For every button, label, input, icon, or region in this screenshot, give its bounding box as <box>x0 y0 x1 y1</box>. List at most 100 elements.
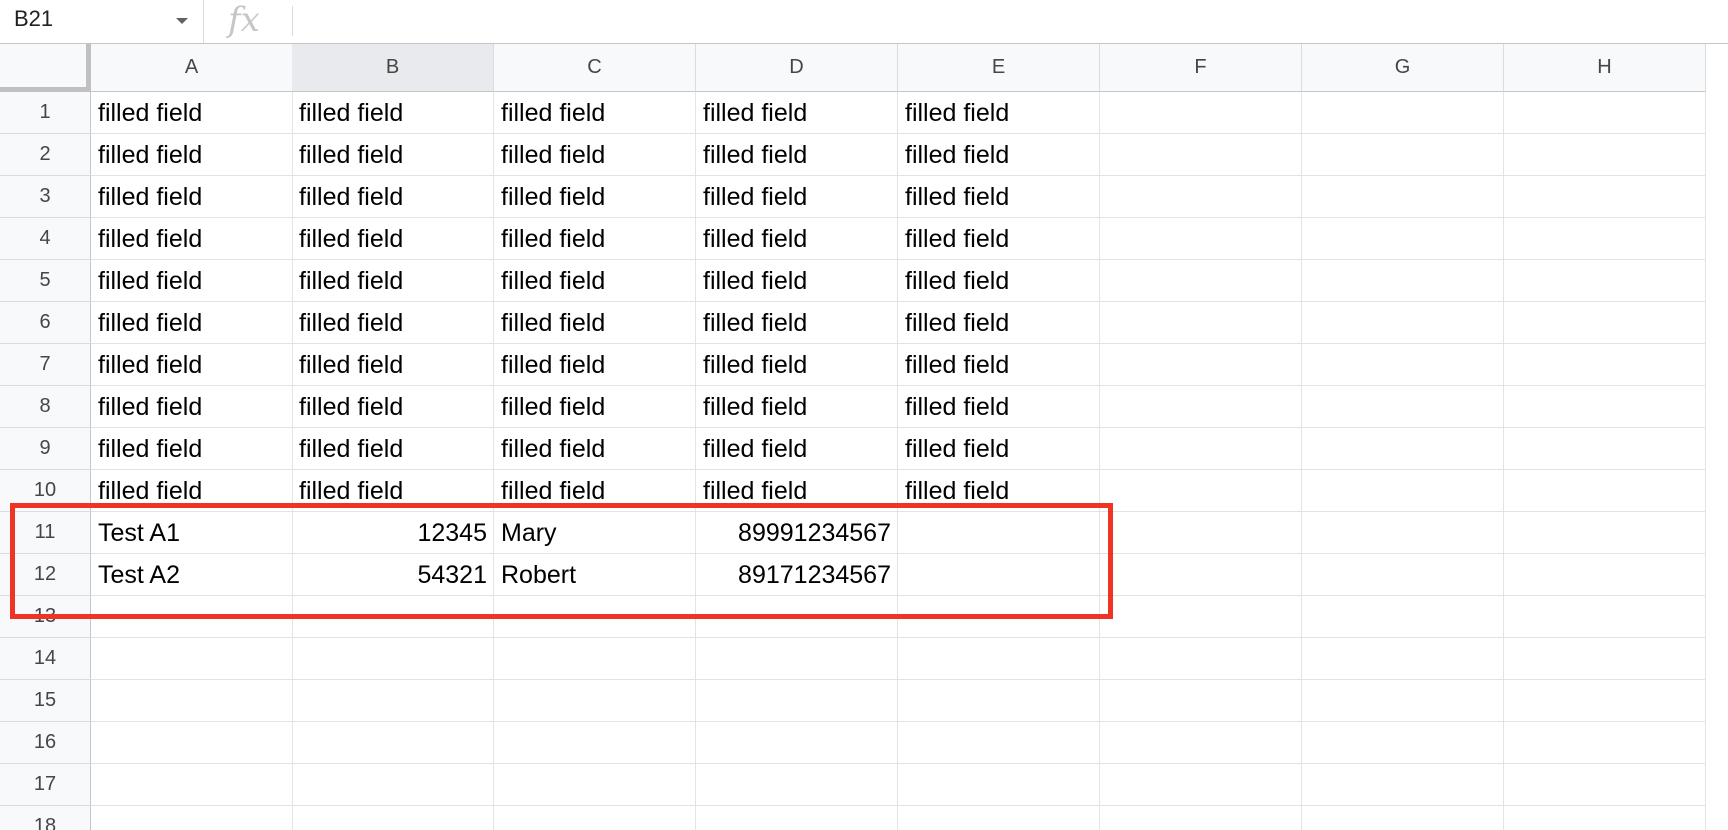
row-header-2[interactable]: 2 <box>0 134 91 176</box>
cell-b17[interactable] <box>292 764 494 806</box>
cell-d4[interactable]: filled field <box>696 218 898 260</box>
cell-g15[interactable] <box>1302 680 1504 722</box>
row-header-6[interactable]: 6 <box>0 302 91 344</box>
cell-h15[interactable] <box>1504 680 1706 722</box>
cell-h3[interactable] <box>1504 176 1706 218</box>
cell-h1[interactable] <box>1504 92 1706 134</box>
cell-d9[interactable]: filled field <box>696 428 898 470</box>
cell-f7[interactable] <box>1100 344 1302 386</box>
cell-b10[interactable]: filled field <box>292 470 494 512</box>
column-header-g[interactable]: G <box>1302 44 1504 92</box>
cell-d7[interactable]: filled field <box>696 344 898 386</box>
cell-a7[interactable]: filled field <box>91 344 293 386</box>
cell-f11[interactable] <box>1100 512 1302 554</box>
cell-f18[interactable] <box>1100 806 1302 830</box>
cell-h4[interactable] <box>1504 218 1706 260</box>
cell-f8[interactable] <box>1100 386 1302 428</box>
cell-a16[interactable] <box>91 722 293 764</box>
cell-c17[interactable] <box>494 764 696 806</box>
cell-b11[interactable]: 12345 <box>292 512 494 554</box>
row-header-4[interactable]: 4 <box>0 218 91 260</box>
cell-c3[interactable]: filled field <box>494 176 696 218</box>
cell-a1[interactable]: filled field <box>91 92 293 134</box>
cell-d2[interactable]: filled field <box>696 134 898 176</box>
column-header-f[interactable]: F <box>1100 44 1302 92</box>
cell-h14[interactable] <box>1504 638 1706 680</box>
row-header-14[interactable]: 14 <box>0 638 91 680</box>
cell-d15[interactable] <box>696 680 898 722</box>
cell-g1[interactable] <box>1302 92 1504 134</box>
cell-g8[interactable] <box>1302 386 1504 428</box>
cell-g12[interactable] <box>1302 554 1504 596</box>
select-all-corner[interactable] <box>0 44 91 92</box>
cell-b18[interactable] <box>292 806 494 830</box>
column-header-e[interactable]: E <box>898 44 1100 92</box>
row-header-12[interactable]: 12 <box>0 554 91 596</box>
cell-e16[interactable] <box>898 722 1100 764</box>
cell-d11[interactable]: 89991234567 <box>696 512 898 554</box>
cell-e3[interactable]: filled field <box>898 176 1100 218</box>
cell-g4[interactable] <box>1302 218 1504 260</box>
row-header-10[interactable]: 10 <box>0 470 91 512</box>
cell-g3[interactable] <box>1302 176 1504 218</box>
row-header-1[interactable]: 1 <box>0 92 91 134</box>
cell-a11[interactable]: Test A1 <box>91 512 293 554</box>
cell-b12[interactable]: 54321 <box>292 554 494 596</box>
cell-e13[interactable] <box>898 596 1100 638</box>
cell-c18[interactable] <box>494 806 696 830</box>
cell-f15[interactable] <box>1100 680 1302 722</box>
name-box[interactable]: B21 <box>0 0 204 43</box>
cell-h6[interactable] <box>1504 302 1706 344</box>
cell-c5[interactable]: filled field <box>494 260 696 302</box>
cell-g17[interactable] <box>1302 764 1504 806</box>
cell-c11[interactable]: Mary <box>494 512 696 554</box>
cell-e11[interactable] <box>898 512 1100 554</box>
cell-f6[interactable] <box>1100 302 1302 344</box>
cell-c1[interactable]: filled field <box>494 92 696 134</box>
cell-b6[interactable]: filled field <box>292 302 494 344</box>
cell-a6[interactable]: filled field <box>91 302 293 344</box>
cell-h18[interactable] <box>1504 806 1706 830</box>
column-header-c[interactable]: C <box>494 44 696 92</box>
cell-h17[interactable] <box>1504 764 1706 806</box>
row-header-17[interactable]: 17 <box>0 764 91 806</box>
cell-h16[interactable] <box>1504 722 1706 764</box>
row-header-11[interactable]: 11 <box>0 512 91 554</box>
cell-e2[interactable]: filled field <box>898 134 1100 176</box>
cell-e9[interactable]: filled field <box>898 428 1100 470</box>
cell-c12[interactable]: Robert <box>494 554 696 596</box>
row-header-9[interactable]: 9 <box>0 428 91 470</box>
cell-c4[interactable]: filled field <box>494 218 696 260</box>
cell-a17[interactable] <box>91 764 293 806</box>
cell-h9[interactable] <box>1504 428 1706 470</box>
cell-e14[interactable] <box>898 638 1100 680</box>
cell-d18[interactable] <box>696 806 898 830</box>
row-header-15[interactable]: 15 <box>0 680 91 722</box>
cell-e12[interactable] <box>898 554 1100 596</box>
cell-c14[interactable] <box>494 638 696 680</box>
cell-e6[interactable]: filled field <box>898 302 1100 344</box>
cell-d1[interactable]: filled field <box>696 92 898 134</box>
cell-a13[interactable] <box>91 596 293 638</box>
cell-a2[interactable]: filled field <box>91 134 293 176</box>
cell-b15[interactable] <box>292 680 494 722</box>
cell-f17[interactable] <box>1100 764 1302 806</box>
column-header-b[interactable]: B <box>292 44 494 92</box>
row-header-8[interactable]: 8 <box>0 386 91 428</box>
cell-c2[interactable]: filled field <box>494 134 696 176</box>
cell-h11[interactable] <box>1504 512 1706 554</box>
cell-e1[interactable]: filled field <box>898 92 1100 134</box>
cell-f1[interactable] <box>1100 92 1302 134</box>
cell-g18[interactable] <box>1302 806 1504 830</box>
cell-b5[interactable]: filled field <box>292 260 494 302</box>
cell-a5[interactable]: filled field <box>91 260 293 302</box>
cell-a9[interactable]: filled field <box>91 428 293 470</box>
cell-b14[interactable] <box>292 638 494 680</box>
cell-a8[interactable]: filled field <box>91 386 293 428</box>
cell-h13[interactable] <box>1504 596 1706 638</box>
cell-g5[interactable] <box>1302 260 1504 302</box>
row-header-3[interactable]: 3 <box>0 176 91 218</box>
cell-h8[interactable] <box>1504 386 1706 428</box>
cell-d14[interactable] <box>696 638 898 680</box>
cell-f4[interactable] <box>1100 218 1302 260</box>
